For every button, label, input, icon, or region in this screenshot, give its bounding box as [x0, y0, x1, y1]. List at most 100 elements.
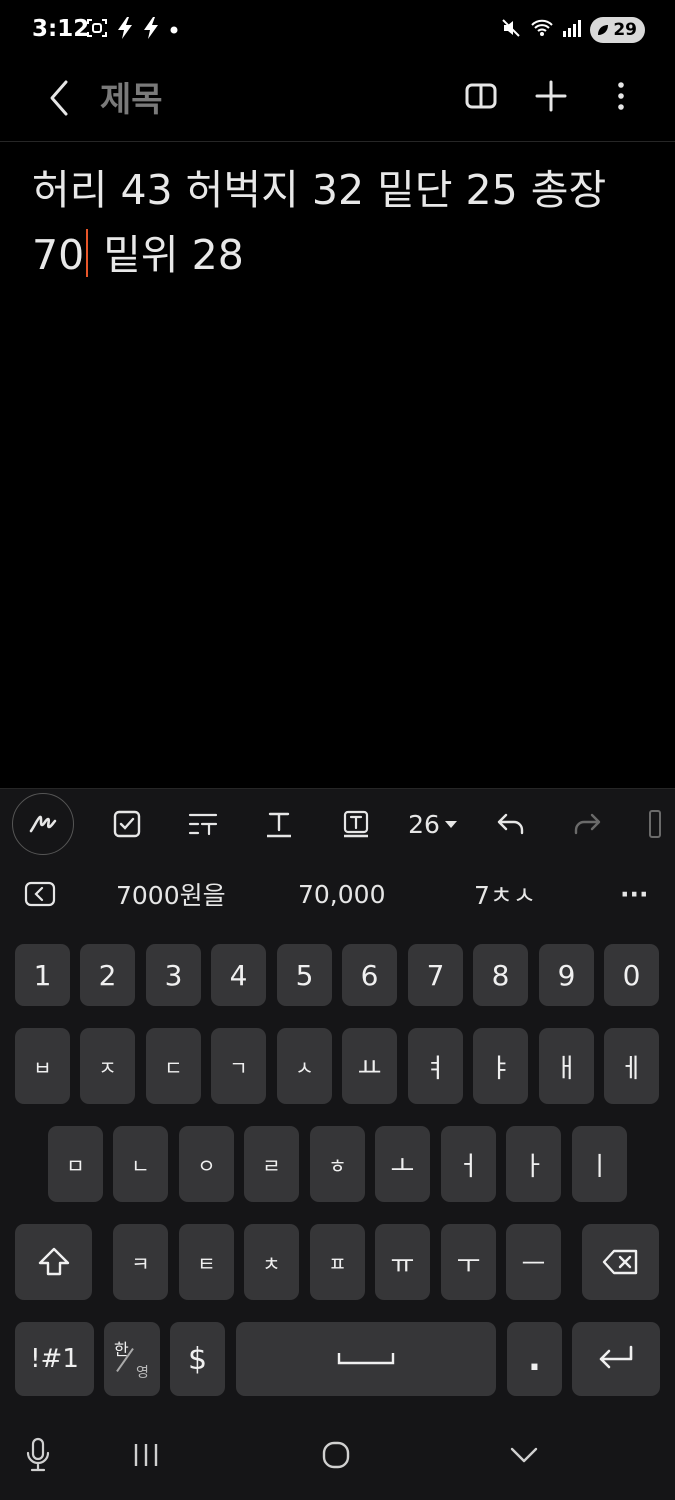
key-9[interactable]: 9 — [539, 944, 594, 1006]
key-u[interactable]: ㅜ — [441, 1224, 496, 1300]
key-2[interactable]: 2 — [80, 944, 135, 1006]
key-tieut[interactable]: ㅌ — [179, 1224, 234, 1300]
key-5[interactable]: 5 — [277, 944, 332, 1006]
mute-icon — [500, 17, 522, 43]
redo-button[interactable] — [564, 789, 610, 859]
key-4[interactable]: 4 — [211, 944, 266, 1006]
back-button[interactable] — [40, 76, 80, 120]
currency-key[interactable]: $ — [170, 1322, 225, 1396]
keyboard: 1 2 3 4 5 6 7 8 9 0 ㅂ ㅈ ㄷ ㄱ ㅅ ㅛ ㅕ ㅑ ㅐ ㅔ … — [0, 930, 675, 1410]
key-o[interactable]: ㅗ — [375, 1126, 430, 1202]
key-yeo[interactable]: ㅕ — [408, 1028, 463, 1104]
key-7[interactable]: 7 — [408, 944, 463, 1006]
key-eu[interactable]: ㅡ — [506, 1224, 561, 1300]
key-bieup[interactable]: ㅂ — [15, 1028, 70, 1104]
key-3[interactable]: 3 — [146, 944, 201, 1006]
reading-mode-button[interactable] — [461, 74, 501, 118]
enter-key[interactable] — [572, 1322, 660, 1396]
home-icon — [322, 1441, 350, 1469]
text-box-icon — [343, 810, 369, 838]
more-options-button[interactable] — [601, 74, 641, 118]
hide-keyboard-button[interactable] — [504, 1432, 544, 1478]
dot-icon — [168, 21, 180, 40]
key-6[interactable]: 6 — [342, 944, 397, 1006]
undo-icon — [497, 813, 524, 835]
key-ieung[interactable]: ㅇ — [179, 1126, 234, 1202]
add-icon — [535, 80, 567, 112]
text-box-button[interactable] — [330, 789, 382, 859]
key-hieut[interactable]: ㅎ — [310, 1126, 365, 1202]
app-actions — [461, 74, 641, 118]
key-kieuk[interactable]: ㅋ — [113, 1224, 168, 1300]
key-e[interactable]: ㅔ — [604, 1028, 659, 1104]
collapse-keyboard-button[interactable] — [24, 858, 56, 930]
key-digeut[interactable]: ㄷ — [146, 1028, 201, 1104]
chevron-down-icon — [510, 1447, 538, 1463]
suggestion-item[interactable]: 7ㅊㅅ — [474, 858, 536, 930]
key-1[interactable]: 1 — [15, 944, 70, 1006]
add-button[interactable] — [531, 74, 571, 118]
language-switch-key[interactable]: 한 영 — [104, 1322, 160, 1396]
more-icon — [618, 82, 624, 110]
status-time: 3:12 — [32, 16, 90, 42]
more-suggestions-button[interactable]: ··· — [620, 858, 649, 930]
shift-key[interactable] — [15, 1224, 92, 1300]
suggestion-bar: 7000원을 70,000 7ㅊㅅ ··· — [0, 858, 675, 930]
text-underline-icon — [267, 812, 291, 838]
note-title[interactable]: 제목 — [100, 72, 163, 121]
home-button[interactable] — [316, 1432, 356, 1478]
key-a[interactable]: ㅏ — [506, 1126, 561, 1202]
key-giyeok[interactable]: ㄱ — [211, 1028, 266, 1104]
font-size-dropdown[interactable]: 26 — [404, 789, 462, 859]
text-cursor — [86, 229, 89, 277]
editor-toolbar: 26 — [0, 788, 675, 858]
suggestion-item[interactable]: 7000원을 — [116, 858, 226, 930]
flash-icon — [142, 16, 160, 44]
suggestion-item[interactable]: 70,000 — [298, 858, 385, 930]
space-key[interactable] — [236, 1322, 496, 1396]
status-right-icons: 29 — [500, 16, 645, 44]
flash-icon — [116, 16, 134, 44]
battery-level: 29 — [613, 20, 637, 40]
chevron-left-box-icon — [24, 881, 56, 907]
wifi-icon — [530, 18, 554, 42]
key-0[interactable]: 0 — [604, 944, 659, 1006]
key-chieut[interactable]: ㅊ — [244, 1224, 299, 1300]
key-rieul[interactable]: ㄹ — [244, 1126, 299, 1202]
key-yo[interactable]: ㅛ — [342, 1028, 397, 1104]
pen-mode-button[interactable] — [12, 789, 74, 859]
text-style-button[interactable] — [176, 789, 230, 859]
key-8[interactable]: 8 — [473, 944, 528, 1006]
status-left-icons — [86, 16, 180, 44]
checkbox-icon — [113, 810, 141, 838]
key-nieun[interactable]: ㄴ — [113, 1126, 168, 1202]
recent-apps-button[interactable] — [126, 1432, 166, 1478]
text-underline-button[interactable] — [254, 789, 304, 859]
leaf-icon — [598, 25, 609, 35]
navigation-bar — [0, 1410, 675, 1500]
period-key[interactable]: . — [507, 1322, 562, 1396]
microphone-icon — [26, 1437, 50, 1472]
backspace-icon — [602, 1249, 637, 1275]
space-icon — [337, 1353, 395, 1365]
key-eo[interactable]: ㅓ — [441, 1126, 496, 1202]
symbols-key[interactable]: !#1 — [15, 1322, 94, 1396]
note-text-after-cursor: 밑위 28 — [90, 231, 244, 279]
undo-button[interactable] — [488, 789, 534, 859]
voice-input-button[interactable] — [20, 1432, 56, 1478]
key-mieum[interactable]: ㅁ — [48, 1126, 103, 1202]
resize-handle[interactable] — [640, 789, 670, 859]
status-bar: 3:12 29 — [0, 0, 675, 62]
shift-icon — [38, 1247, 69, 1276]
key-jieut[interactable]: ㅈ — [80, 1028, 135, 1104]
key-yu[interactable]: ㅠ — [375, 1224, 430, 1300]
redo-icon — [574, 813, 601, 835]
key-pieup[interactable]: ㅍ — [310, 1224, 365, 1300]
key-ae[interactable]: ㅐ — [539, 1028, 594, 1104]
checkbox-button[interactable] — [102, 789, 152, 859]
key-ya[interactable]: ㅑ — [473, 1028, 528, 1104]
note-content[interactable]: 허리 43 허벅지 32 밑단 25 총장 70 밑위 28 — [32, 158, 642, 288]
key-i[interactable]: ㅣ — [572, 1126, 627, 1202]
key-siot[interactable]: ㅅ — [277, 1028, 332, 1104]
backspace-key[interactable] — [582, 1224, 659, 1300]
